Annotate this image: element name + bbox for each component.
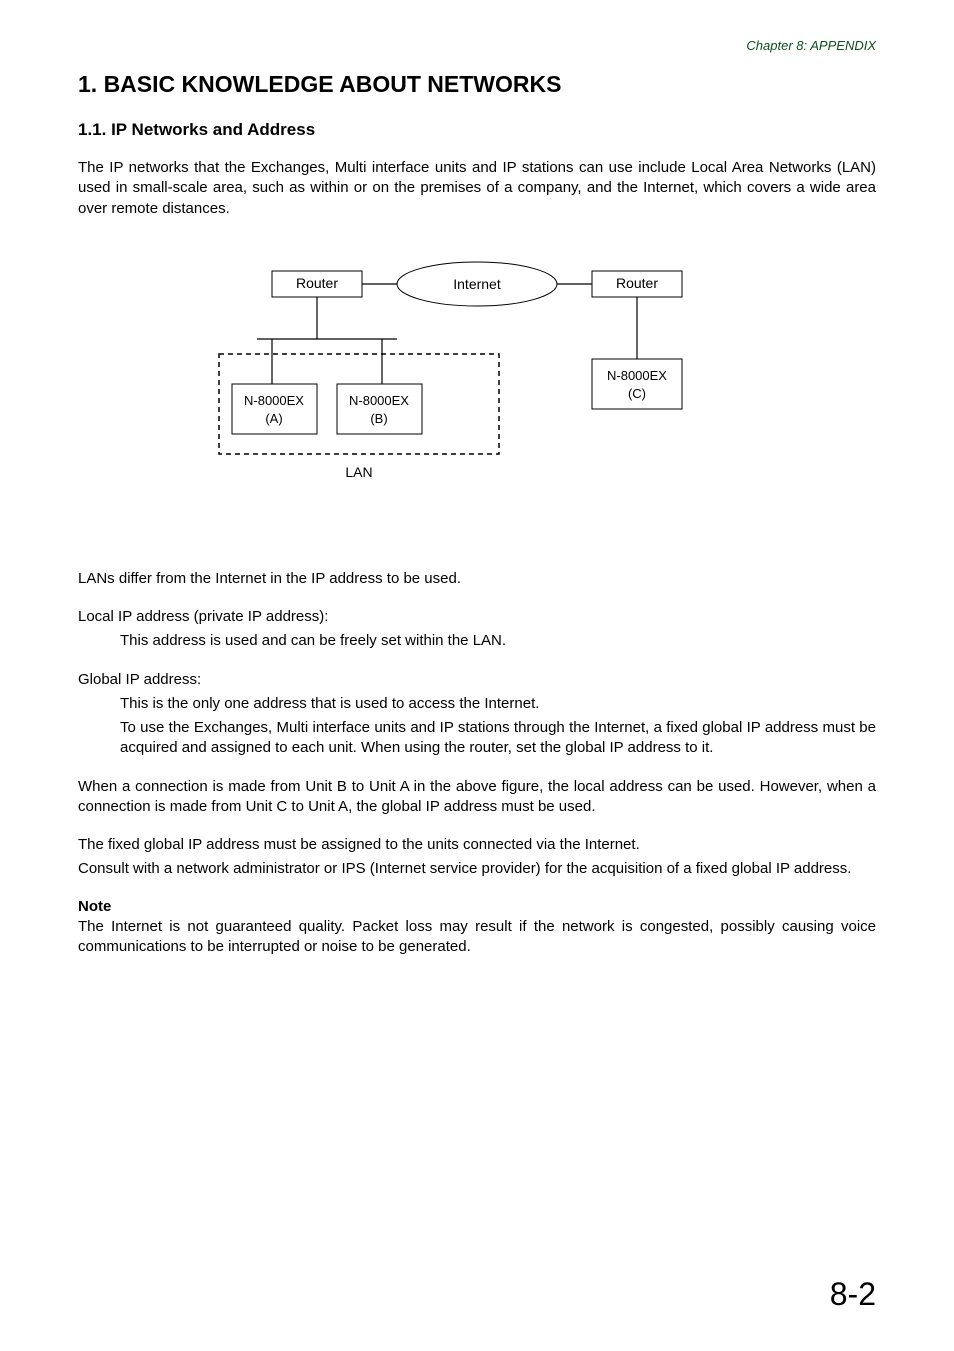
router-right-label: Router	[616, 275, 658, 291]
fixed-ip-text1: The fixed global IP address must be assi…	[78, 835, 876, 855]
subsection-heading: 1.1. IP Networks and Address	[78, 120, 876, 140]
box-c-line1: N-8000EX	[607, 368, 667, 383]
intro-paragraph: The IP networks that the Exchanges, Mult…	[78, 158, 876, 219]
lan-diff-text: LANs differ from the Internet in the IP …	[78, 569, 876, 589]
local-ip-text: This address is used and can be freely s…	[120, 631, 876, 651]
local-ip-label: Local IP address (private IP address):	[78, 607, 876, 627]
internet-label: Internet	[453, 276, 501, 292]
box-c-line2: (C)	[628, 386, 646, 401]
router-left-label: Router	[296, 275, 338, 291]
note-label: Note	[78, 898, 876, 915]
note-text: The Internet is not guaranteed quality. …	[78, 917, 876, 958]
section-heading: 1. BASIC KNOWLEDGE ABOUT NETWORKS	[78, 71, 876, 98]
box-a-line1: N-8000EX	[244, 393, 304, 408]
connection-text: When a connection is made from Unit B to…	[78, 777, 876, 818]
lan-label: LAN	[345, 464, 372, 480]
fixed-ip-text2: Consult with a network administrator or …	[78, 859, 876, 879]
network-diagram: Router Internet Router N-8000EX (A) N	[78, 259, 876, 519]
box-b-line1: N-8000EX	[349, 393, 409, 408]
page-number: 8-2	[830, 1276, 876, 1313]
chapter-header: Chapter 8: APPENDIX	[78, 38, 876, 53]
global-ip-text1: This is the only one address that is use…	[120, 694, 876, 714]
global-ip-label: Global IP address:	[78, 670, 876, 690]
box-b-line2: (B)	[370, 411, 387, 426]
global-ip-text2: To use the Exchanges, Multi interface un…	[120, 718, 876, 759]
box-a-line2: (A)	[265, 411, 282, 426]
page: Chapter 8: APPENDIX 1. BASIC KNOWLEDGE A…	[0, 0, 954, 1351]
